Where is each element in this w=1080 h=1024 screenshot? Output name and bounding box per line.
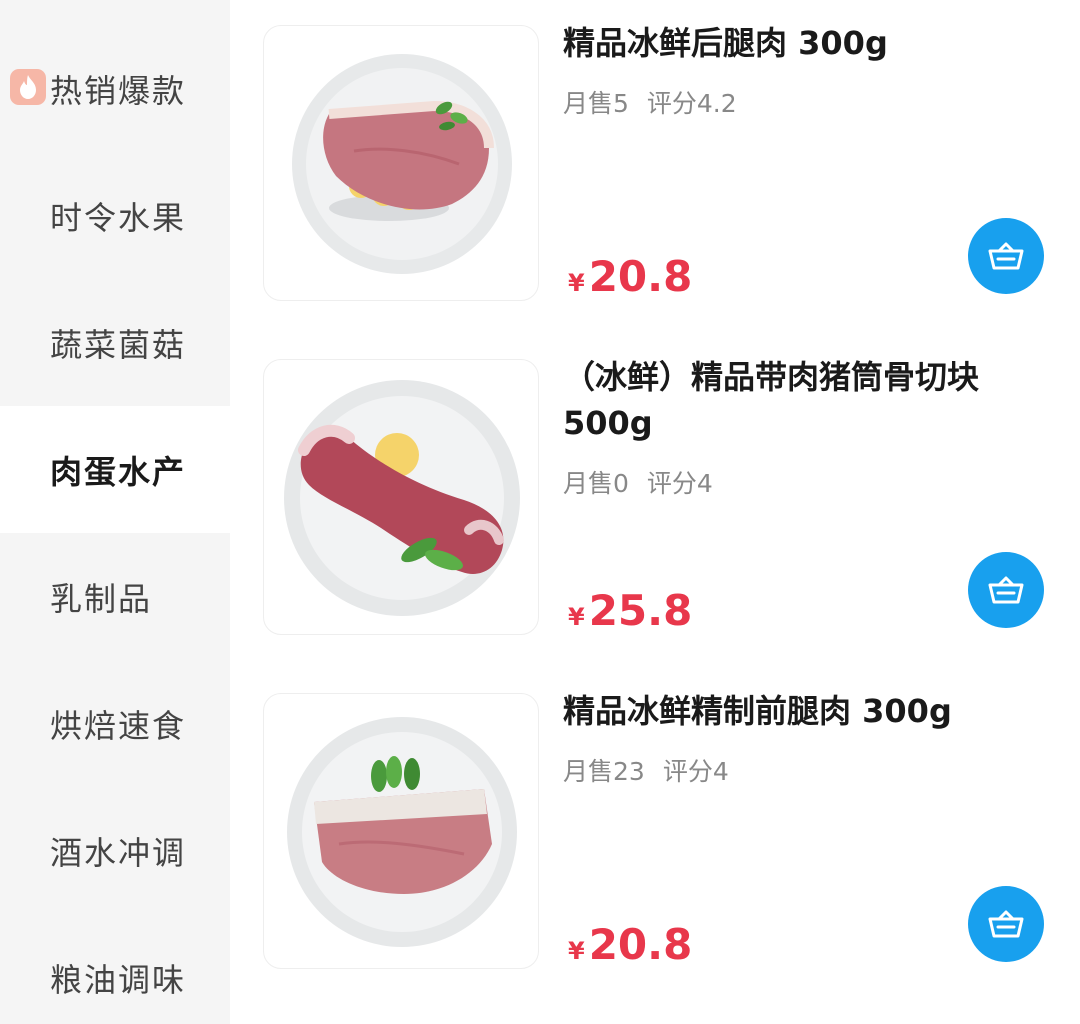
sidebar-item-grain-oil-seasoning[interactable]: 粮油调味 [0, 914, 230, 1024]
sidebar-item-label: 蔬菜菌菇 [50, 325, 187, 364]
price-value: 25.8 [588, 586, 693, 635]
add-to-cart-button[interactable] [968, 886, 1044, 962]
price-currency: ¥ [568, 269, 585, 297]
sidebar-item-label: 肉蛋水产 [50, 452, 187, 491]
add-to-cart-button[interactable] [968, 552, 1044, 628]
product-meta: 月售0 评分4 [563, 464, 713, 500]
basket-icon [988, 576, 1024, 604]
basket-icon [988, 242, 1024, 270]
category-sidebar: 热销爆款 时令水果 蔬菜菌菇 肉蛋水产 乳制品 烘焙速食 酒水冲调 粮油调味 [0, 0, 230, 1024]
product-name: （冰鲜）精品带肉猪筒骨切块 500g [563, 358, 980, 442]
sidebar-item-label: 酒水冲调 [50, 833, 187, 872]
sidebar-item-meat-eggs-seafood[interactable]: 肉蛋水产 [0, 406, 230, 533]
sidebar-item-label: 烘焙速食 [50, 706, 187, 745]
product-card[interactable]: 精品冰鲜精制前腿肉 300g 月售23 评分4 ¥20.8 [230, 668, 1080, 1002]
product-meta: 月售5 评分4.2 [563, 84, 737, 120]
price-currency: ¥ [568, 603, 585, 631]
rating: 评分4 [662, 757, 729, 786]
product-card[interactable]: 精品冰鲜后腿肉 300g 月售5 评分4.2 ¥20.8 [230, 0, 1080, 334]
product-price: ¥20.8 [568, 920, 692, 969]
sidebar-item-seasonal-fruit[interactable]: 时令水果 [0, 152, 230, 279]
rating: 评分4 [646, 469, 713, 498]
price-value: 20.8 [588, 252, 693, 301]
sidebar-item-label: 热销爆款 [50, 71, 187, 110]
sidebar-item-drinks[interactable]: 酒水冲调 [0, 787, 230, 914]
product-price: ¥20.8 [568, 252, 692, 301]
sidebar-item-vegetables-mushrooms[interactable]: 蔬菜菌菇 [0, 279, 230, 406]
product-image[interactable] [263, 25, 539, 301]
sidebar-item-label: 时令水果 [50, 198, 187, 237]
monthly-sales: 月售0 [563, 469, 629, 498]
price-currency: ¥ [568, 937, 585, 965]
monthly-sales: 月售23 [563, 757, 645, 786]
product-price: ¥25.8 [568, 586, 692, 635]
sidebar-item-bakery-instant[interactable]: 烘焙速食 [0, 660, 230, 787]
product-meta: 月售23 评分4 [563, 752, 729, 788]
sidebar-item-label: 粮油调味 [50, 960, 187, 999]
monthly-sales: 月售5 [563, 89, 629, 118]
sidebar-item-label: 乳制品 [50, 579, 153, 618]
add-to-cart-button[interactable] [968, 218, 1044, 294]
rating: 评分4.2 [646, 89, 737, 118]
product-name: 精品冰鲜精制前腿肉 300g [563, 692, 952, 730]
fire-icon [10, 69, 46, 105]
product-image[interactable] [263, 693, 539, 969]
product-image[interactable] [263, 359, 539, 635]
product-name: 精品冰鲜后腿肉 300g [563, 24, 888, 62]
product-card[interactable]: （冰鲜）精品带肉猪筒骨切块 500g 月售0 评分4 ¥25.8 [230, 334, 1080, 668]
sidebar-item-dairy[interactable]: 乳制品 [0, 533, 230, 660]
price-value: 20.8 [588, 920, 693, 969]
basket-icon [988, 910, 1024, 938]
